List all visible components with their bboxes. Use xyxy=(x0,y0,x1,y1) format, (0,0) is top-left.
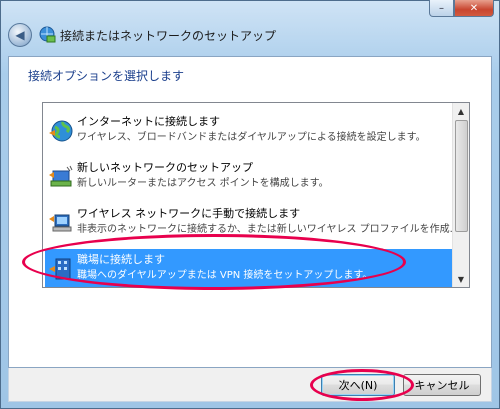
minimize-button[interactable]: – xyxy=(429,0,454,17)
cancel-button[interactable]: キャンセル xyxy=(403,374,481,396)
option-description: 新しいルーターまたはアクセス ポイントを構成します。 xyxy=(77,178,329,189)
option-title: ワイヤレス ネットワークに手動で接続します xyxy=(77,207,301,220)
scrollbar-thumb[interactable] xyxy=(455,120,468,232)
globe-icon xyxy=(49,120,73,142)
option-description: 職場へのダイヤルアップまたは VPN 接続をセットアップします。 xyxy=(77,270,373,281)
list-scrollbar[interactable]: ▲ ▼ xyxy=(452,103,469,287)
window-controls: – ✕ xyxy=(429,0,494,17)
option-title: 新しいネットワークのセットアップ xyxy=(77,161,253,174)
option-wireless-manual[interactable]: ワイヤレス ネットワークに手動で接続します 非表示のネットワークに接続するか、ま… xyxy=(45,203,459,247)
scroll-up-icon[interactable]: ▲ xyxy=(453,103,469,119)
dialog-header: ◀ 接続またはネットワークのセットアップ xyxy=(8,22,276,48)
option-workplace[interactable]: 職場に接続します 職場へのダイヤルアップまたは VPN 接続をセットアップします… xyxy=(45,249,453,287)
dialog-title: 接続またはネットワークのセットアップ xyxy=(60,28,277,43)
close-button[interactable]: ✕ xyxy=(454,0,494,17)
workplace-icon xyxy=(49,258,71,280)
option-description: 非表示のネットワークに接続するか、または新しいワイヤレス プロファイルを作成..… xyxy=(77,224,460,235)
back-button[interactable]: ◀ xyxy=(8,23,32,47)
option-title: インターネットに接続します xyxy=(77,115,220,128)
option-new-network[interactable]: 新しいネットワークのセットアップ 新しいルーターまたはアクセス ポイントを構成し… xyxy=(45,157,453,201)
back-arrow-icon: ◀ xyxy=(15,28,25,42)
option-internet[interactable]: インターネットに接続します ワイヤレス、ブロードバンドまたはダイヤルアップによる… xyxy=(45,111,453,155)
option-title: 職場に接続します xyxy=(77,253,165,266)
wireless-icon xyxy=(49,214,72,232)
next-button[interactable]: 次へ(N) xyxy=(321,374,395,396)
router-icon xyxy=(49,165,73,187)
connection-options-list[interactable]: インターネットに接続します ワイヤレス、ブロードバンドまたはダイヤルアップによる… xyxy=(42,102,470,288)
scroll-down-icon[interactable]: ▼ xyxy=(453,271,469,287)
page-subtitle: 接続オプションを選択します xyxy=(28,69,185,83)
option-description: ワイヤレス、ブロードバンドまたはダイヤルアップによる接続を設定します。 xyxy=(77,132,426,143)
network-setup-icon xyxy=(39,26,56,43)
